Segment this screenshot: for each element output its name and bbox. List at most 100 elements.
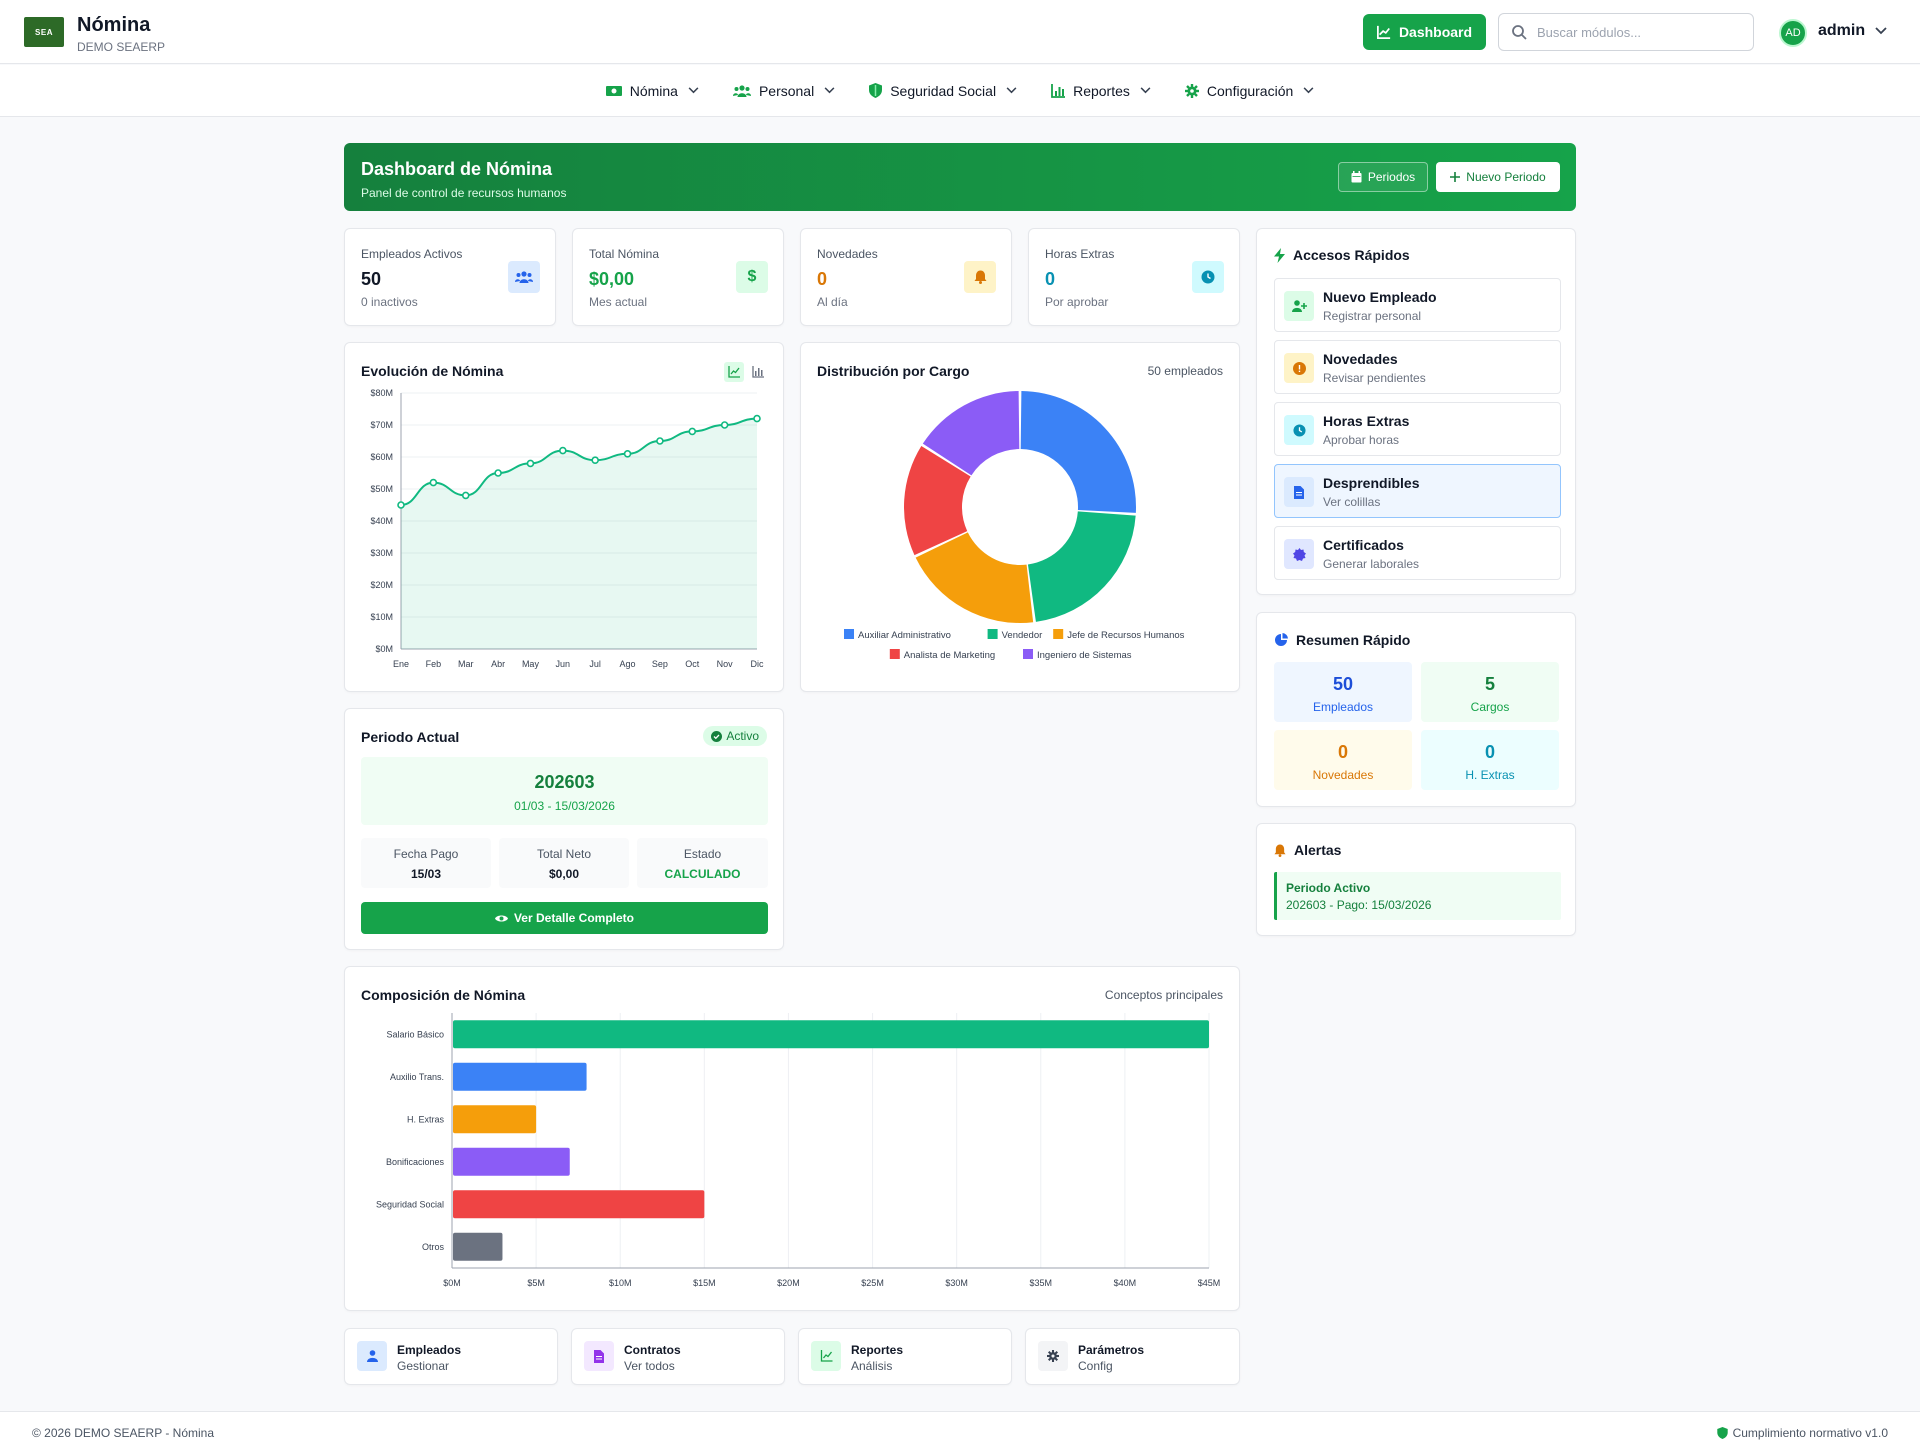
y-tick-label: $50M: [370, 484, 393, 494]
x-tick-label: $30M: [945, 1278, 968, 1288]
bar: [453, 1105, 537, 1134]
chevron-down-icon: [1140, 87, 1151, 94]
shortcut-reportes[interactable]: Reportes Análisis: [798, 1328, 1012, 1385]
stat-label: Total Nómina: [589, 247, 660, 261]
y-tick-label: $10M: [370, 612, 393, 622]
x-tick-label: Mar: [458, 659, 474, 669]
bar: [453, 1232, 503, 1261]
user-name: admin: [1818, 22, 1866, 39]
bar-chart-toggle[interactable]: [748, 362, 768, 382]
user-plus-icon: [1284, 291, 1314, 321]
stat-card-total-nomina: Total Nómina $0,00 Mes actual $: [572, 228, 784, 326]
nav-item-seguridad-social[interactable]: Seguridad Social: [869, 83, 1017, 99]
app-logo[interactable]: SEA: [24, 17, 64, 47]
document-icon: [1284, 477, 1314, 507]
shortcut-empleados[interactable]: Empleados Gestionar: [344, 1328, 558, 1385]
footer-copyright: © 2026 DEMO SEAERP - Nómina: [32, 1426, 215, 1440]
x-tick-label: $40M: [1114, 1278, 1137, 1288]
bell-icon: [1274, 844, 1286, 857]
shortcut-title: Reportes: [851, 1343, 904, 1357]
y-tick-label: Bonificaciones: [386, 1157, 445, 1167]
nav-label: Nómina: [629, 82, 678, 99]
legend-swatch: [889, 649, 900, 659]
y-tick-label: $70M: [370, 420, 393, 430]
nav-item-reportes[interactable]: Reportes: [1051, 83, 1151, 99]
bar: [453, 1190, 705, 1219]
periodos-button[interactable]: Periodos: [1338, 162, 1428, 192]
dashboard-banner: Dashboard de Nómina Panel de control de …: [344, 143, 1576, 211]
x-tick-label: $0M: [443, 1278, 461, 1288]
donut-slice: [1020, 391, 1136, 513]
y-tick-label: $60M: [370, 452, 393, 462]
card-title: Resumen Rápido: [1296, 632, 1411, 648]
y-tick-label: Otros: [422, 1242, 445, 1252]
y-tick-label: $80M: [370, 388, 393, 398]
resumen-rapido-card: Resumen Rápido 50 Empleados 5 Cargos 0 N…: [1256, 612, 1576, 807]
check-circle-icon: [711, 730, 723, 742]
card-title: Composición de Nómina: [361, 987, 526, 1003]
x-tick-label: Abr: [491, 659, 505, 669]
avatar[interactable]: AD: [1779, 19, 1807, 47]
ver-detalle-button[interactable]: Ver Detalle Completo: [361, 902, 768, 934]
y-tick-label: $20M: [370, 580, 393, 590]
accesos-header: Accesos Rápidos: [1274, 247, 1410, 263]
y-tick-label: $0M: [375, 644, 393, 654]
legend-swatch: [844, 629, 854, 639]
x-tick-label: Oct: [685, 659, 700, 669]
page-subtitle: Panel de control de recursos humanos: [361, 186, 567, 200]
distribucion-card: Distribución por Cargo 50 empleados Auxi…: [800, 342, 1240, 692]
gear-icon: [1184, 83, 1199, 98]
user-menu[interactable]: admin: [1818, 22, 1887, 40]
search-box[interactable]: [1498, 13, 1754, 51]
evolucion-card: Evolución de Nómina $0M $10M $20M $30M $40M $…: [344, 342, 784, 692]
legend-label: Auxiliar Administrativo: [858, 630, 951, 641]
dashboard-button[interactable]: Dashboard: [1363, 14, 1486, 50]
alert-item[interactable]: Periodo Activo 202603 - Pago: 15/03/2026: [1274, 872, 1561, 920]
data-point: [559, 446, 567, 455]
card-title: Accesos Rápidos: [1293, 247, 1410, 263]
stat-sub: Por aprobar: [1045, 295, 1109, 309]
footer-compliance-label: Cumplimiento normativo v1.0: [1732, 1426, 1888, 1440]
legend-swatch: [1053, 629, 1064, 639]
status-badge-label: Activo: [726, 729, 759, 743]
x-tick-label: Ago: [620, 659, 636, 669]
chevron-down-icon: [1006, 87, 1017, 94]
data-point: [429, 478, 438, 487]
nav-item-nomina[interactable]: Nómina: [605, 82, 699, 99]
nav-label: Configuración: [1206, 82, 1294, 99]
shortcut-contratos[interactable]: Contratos Ver todos: [571, 1328, 785, 1385]
quick-access-horas-extras[interactable]: Horas Extras Aprobar horas: [1274, 402, 1561, 456]
x-tick-label: Sep: [652, 659, 668, 669]
users-icon: [508, 261, 540, 293]
money-icon: [605, 85, 622, 96]
stat-value: 0: [817, 269, 828, 289]
bar: [453, 1020, 1209, 1049]
resumen-novedades: 0 Novedades: [1274, 730, 1412, 790]
shield-icon: [1716, 1427, 1728, 1439]
shortcut-parametros[interactable]: Parámetros Config: [1025, 1328, 1240, 1385]
nuevo-periodo-button[interactable]: Nuevo Periodo: [1436, 162, 1560, 192]
search-input[interactable]: [1537, 24, 1737, 40]
line-chart-icon: [811, 1341, 841, 1371]
quick-access-nuevo-empleado[interactable]: Nuevo Empleado Registrar personal: [1274, 278, 1561, 332]
legend-label: Ingeniero de Sistemas: [1037, 650, 1132, 661]
total-neto-value: $0,00: [548, 867, 580, 881]
legend-swatch: [987, 629, 998, 639]
x-tick-label: May: [522, 659, 540, 669]
y-tick-label: $40M: [370, 516, 393, 526]
line-chart-toggle[interactable]: [724, 362, 744, 382]
nav-item-configuracion[interactable]: Configuración: [1184, 82, 1314, 99]
y-tick-label: H. Extras: [407, 1114, 445, 1124]
data-point: [753, 414, 761, 423]
nav-item-personal[interactable]: Personal: [732, 83, 835, 99]
quick-access-novedades[interactable]: Novedades Revisar pendientes: [1274, 340, 1561, 394]
stat-sub: Al día: [817, 295, 848, 309]
stat-label: Novedades: [817, 247, 878, 261]
bar: [453, 1062, 587, 1091]
quick-access-desprendibles[interactable]: Desprendibles Ver colillas: [1274, 464, 1561, 518]
x-tick-label: $5M: [527, 1278, 545, 1288]
dashboard-button-label: Dashboard: [1398, 24, 1473, 40]
x-tick-label: Feb: [426, 659, 442, 669]
quick-access-certificados[interactable]: Certificados Generar laborales: [1274, 526, 1561, 580]
alert-text: 202603 - Pago: 15/03/2026: [1286, 898, 1432, 912]
